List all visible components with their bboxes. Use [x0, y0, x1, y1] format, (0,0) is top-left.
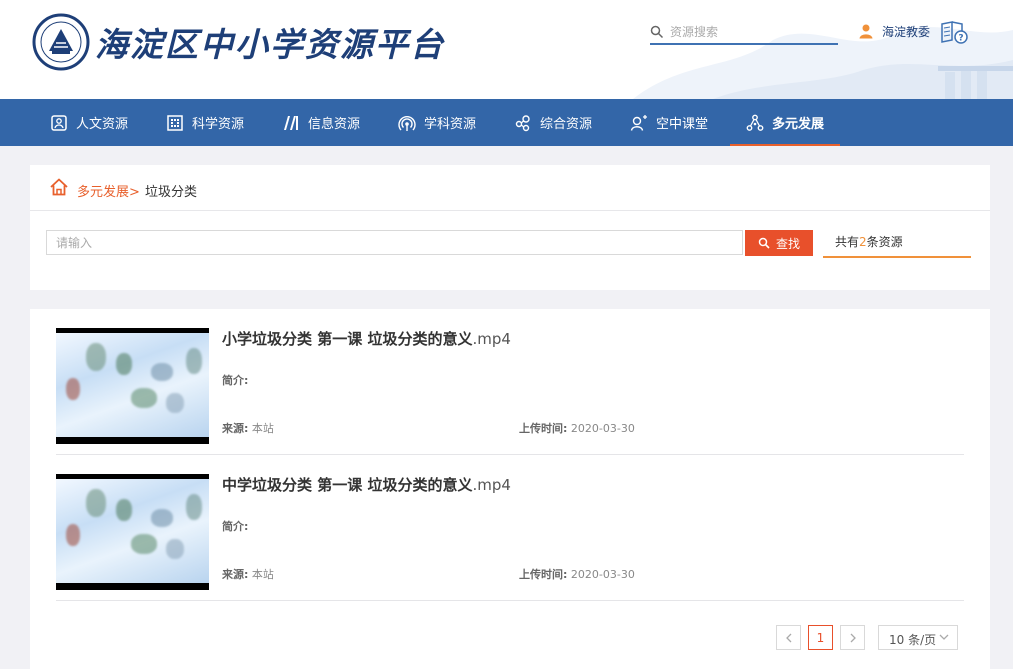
find-button[interactable]: 查找	[745, 230, 813, 256]
item-upload-date: 上传时间: 2020-03-30	[519, 420, 635, 436]
resource-search	[650, 22, 838, 45]
nav-item-information[interactable]: 信息资源	[282, 99, 360, 146]
nav-item-subject[interactable]: 学科资源	[398, 99, 476, 146]
city-skyline-background	[633, 26, 1013, 99]
nav-item-label: 空中课堂	[656, 117, 709, 132]
online-class-icon	[630, 114, 647, 131]
item-source: 来源: 本站	[222, 420, 274, 436]
nav-item-label: 科学资源	[192, 117, 245, 132]
item-extension: .mp4	[472, 476, 511, 494]
site-title: 海淀区中小学资源平台	[95, 25, 445, 64]
home-icon[interactable]	[49, 177, 69, 197]
resource-search-input[interactable]	[670, 23, 835, 41]
total-number: 2	[859, 235, 867, 249]
item-summary-label: 简介:	[222, 374, 249, 387]
header: 海淀区中小学资源平台 海淀教委 ?	[0, 0, 1013, 99]
total-count: 共有2条资源	[823, 231, 971, 258]
total-suffix: 条资源	[866, 235, 903, 249]
page-size-select[interactable]: 10 条/页	[878, 625, 958, 650]
item-upload-date: 上传时间: 2020-03-30	[519, 566, 635, 582]
nav-item-label: 信息资源	[308, 117, 361, 132]
main-nav: 人文资源 科学资源 信息资源 学科资源 综合资源 空中课堂 多元发展	[0, 99, 1013, 146]
search-icon	[758, 237, 770, 249]
nav-item-label: 人文资源	[76, 117, 129, 132]
chevron-down-icon	[939, 634, 949, 640]
subject-icon	[398, 115, 416, 131]
chevron-left-icon	[785, 633, 791, 642]
item-title[interactable]: 小学垃圾分类 第一课 垃圾分类的意义.mp4	[222, 328, 511, 349]
video-thumbnail[interactable]	[56, 328, 209, 444]
breadcrumb-parent-link[interactable]: 多元发展>	[77, 181, 140, 200]
item-extension: .mp4	[472, 330, 511, 348]
help-manual-icon[interactable]: ?	[940, 20, 968, 44]
haidian-education-logo	[32, 13, 90, 71]
date-label: 上传时间:	[519, 568, 568, 581]
user-icon	[859, 24, 873, 39]
breadcrumb-current: 垃圾分类	[145, 185, 198, 200]
item-title-text: 小学垃圾分类 第一课 垃圾分类的意义	[222, 330, 473, 348]
user-name-link[interactable]: 海淀教委	[882, 23, 930, 40]
search-icon[interactable]	[650, 25, 664, 39]
item-summary-label: 简介:	[222, 520, 249, 533]
nav-item-humanities[interactable]: 人文资源	[50, 99, 128, 146]
breadcrumb: 多元发展> 垃圾分类	[30, 165, 990, 211]
find-button-label: 查找	[775, 236, 800, 251]
nav-item-label: 综合资源	[540, 117, 593, 132]
source-label: 来源:	[222, 568, 249, 581]
list-item[interactable]: 小学垃圾分类 第一课 垃圾分类的意义.mp4 简介: 来源: 本站 上传时间: …	[56, 309, 964, 455]
source-value: 本站	[251, 422, 274, 435]
item-title-text: 中学垃圾分类 第一课 垃圾分类的意义	[222, 476, 473, 494]
pagination-next-button[interactable]	[840, 625, 865, 650]
video-thumbnail[interactable]	[56, 474, 209, 590]
humanities-icon	[51, 114, 67, 131]
video-frame	[56, 479, 209, 583]
nav-item-label: 多元发展	[772, 117, 825, 132]
nav-item-comprehensive[interactable]: 综合资源	[514, 99, 592, 146]
video-frame	[56, 333, 209, 437]
nav-item-label: 学科资源	[424, 117, 477, 132]
diverse-development-icon	[746, 114, 764, 131]
date-value: 2020-03-30	[570, 422, 635, 435]
nav-item-diverse-development[interactable]: 多元发展	[729, 99, 841, 146]
keyword-input[interactable]	[46, 230, 743, 255]
information-icon	[284, 115, 298, 130]
date-value: 2020-03-30	[570, 568, 635, 581]
item-source: 来源: 本站	[222, 566, 274, 582]
nav-item-science[interactable]: 科学资源	[166, 99, 244, 146]
pagination-prev-button[interactable]	[776, 625, 801, 650]
date-label: 上传时间:	[519, 422, 568, 435]
comprehensive-icon	[515, 114, 530, 131]
filter-panel: 多元发展> 垃圾分类 查找 共有2条资源	[30, 165, 990, 290]
total-prefix: 共有	[835, 235, 860, 249]
page-size-value: 10 条/页	[889, 633, 937, 647]
science-icon	[167, 114, 183, 131]
pagination-page-button[interactable]: 1	[808, 625, 833, 650]
nav-item-online-class[interactable]: 空中课堂	[630, 99, 708, 146]
list-item[interactable]: 中学垃圾分类 第一课 垃圾分类的意义.mp4 简介: 来源: 本站 上传时间: …	[56, 455, 964, 601]
item-title[interactable]: 中学垃圾分类 第一课 垃圾分类的意义.mp4	[222, 474, 511, 495]
source-label: 来源:	[222, 422, 249, 435]
chevron-right-icon	[850, 633, 856, 642]
source-value: 本站	[251, 568, 274, 581]
svg-text:?: ?	[958, 34, 963, 44]
results-panel: 小学垃圾分类 第一课 垃圾分类的意义.mp4 简介: 来源: 本站 上传时间: …	[30, 309, 990, 669]
